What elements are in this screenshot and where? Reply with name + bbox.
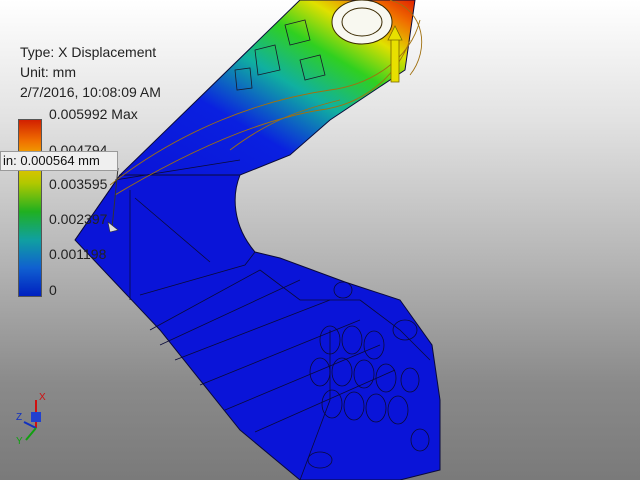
triad-y-label: Y — [16, 436, 23, 446]
result-type-label: Type: X Displacement — [20, 44, 157, 60]
view-triad-icon[interactable]: X Z Y — [16, 390, 62, 446]
triad-x-label: X — [39, 392, 46, 403]
legend-label-2: 0.003595 — [49, 176, 108, 192]
legend-max-label: 0.005992 Max — [49, 106, 138, 122]
color-legend-bar — [18, 119, 42, 297]
legend-label-min: 0 — [49, 282, 57, 298]
legend-label-3: 0.002397 — [49, 211, 108, 227]
legend-label-4: 0.001198 — [49, 246, 107, 262]
result-timestamp: 2/7/2016, 10:08:09 AM — [20, 84, 161, 100]
graphics-viewport[interactable]: Type: X Displacement Unit: mm 2/7/2016, … — [0, 0, 640, 480]
pin-hole — [331, 0, 393, 45]
result-unit-label: Unit: mm — [20, 64, 76, 80]
triad-z-label: Z — [16, 412, 22, 423]
probe-label[interactable]: in: 0.000564 mm — [0, 151, 118, 171]
part-model[interactable] — [0, 0, 640, 480]
